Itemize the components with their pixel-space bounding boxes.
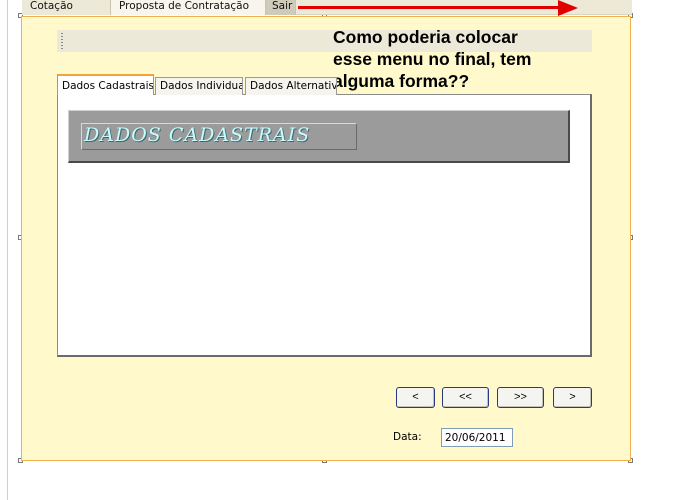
annotation-text: Como poderia colocar esse menu no final,… bbox=[333, 26, 633, 92]
prev-record-button[interactable]: < bbox=[396, 387, 435, 408]
annotation-line: alguma forma?? bbox=[333, 71, 470, 91]
menu-item-cotacao[interactable]: Cotação bbox=[22, 0, 111, 15]
tab-dados-cadastrais[interactable]: Dados Cadastrais bbox=[57, 74, 154, 95]
next-record-button[interactable]: > bbox=[553, 387, 592, 408]
section-header-title: DADOS CADASTRAIS bbox=[84, 124, 311, 146]
date-field[interactable] bbox=[441, 428, 513, 447]
annotation-line: esse menu no final, tem bbox=[333, 49, 532, 69]
toolbar-grip-icon[interactable] bbox=[61, 33, 63, 49]
red-arrow-icon bbox=[298, 6, 560, 9]
red-arrow-head-icon bbox=[558, 0, 578, 16]
last-record-button[interactable]: >> bbox=[497, 387, 544, 408]
first-record-button[interactable]: << bbox=[442, 387, 489, 408]
left-guide-line bbox=[7, 0, 8, 500]
tab-dados-individual[interactable]: Dados Individual bbox=[155, 77, 243, 95]
menu-item-proposta-contratacao[interactable]: Proposta de Contratação bbox=[111, 0, 266, 15]
menu-item-sair[interactable]: Sair bbox=[266, 0, 296, 15]
date-label: Data: bbox=[393, 431, 422, 443]
annotation-line: Como poderia colocar bbox=[333, 27, 518, 47]
tab-dados-alternativos[interactable]: Dados Alternativos bbox=[245, 77, 337, 95]
